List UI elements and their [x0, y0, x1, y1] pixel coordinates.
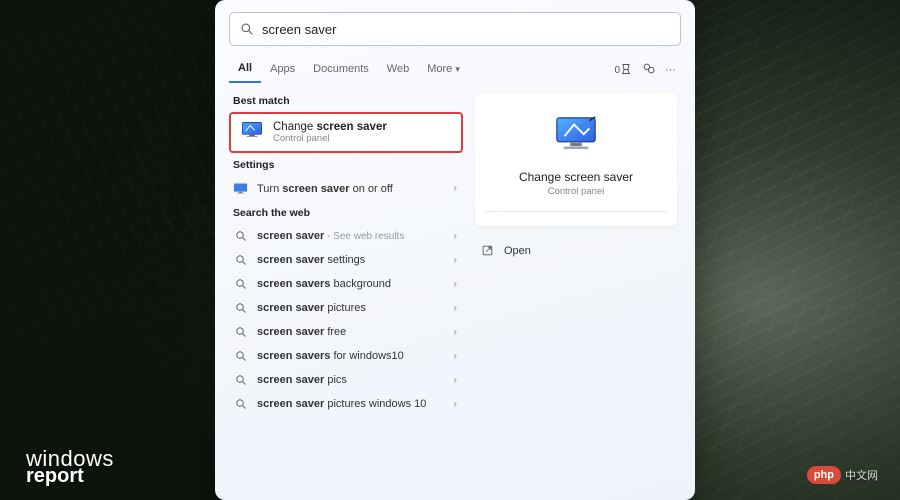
chevron-down-icon: ▾ [455, 64, 460, 74]
tab-more[interactable]: More ▾ [418, 57, 469, 82]
web-result[interactable]: screen saver pictures windows 10› [229, 392, 463, 416]
search-icon [233, 254, 248, 266]
section-search-web: Search the web [233, 207, 463, 219]
web-result[interactable]: screen saver pictures› [229, 296, 463, 320]
account-icon[interactable] [637, 58, 660, 82]
preview-column: Change screen saver Control panel Open [463, 89, 681, 500]
web-result[interactable]: screen saver free› [229, 320, 463, 344]
web-result[interactable]: screen saver pics› [229, 368, 463, 392]
desktop-wallpaper: All Apps Documents Web More ▾ 0 ··· Best… [0, 0, 900, 500]
web-result[interactable]: screen saver settings› [229, 248, 463, 272]
tab-web[interactable]: Web [378, 57, 418, 82]
watermark-windows-report: windows report [26, 449, 114, 486]
web-result[interactable]: screen savers background› [229, 272, 463, 296]
search-icon [233, 230, 248, 242]
search-icon [233, 374, 248, 386]
open-icon [481, 244, 494, 257]
chevron-right-icon: › [454, 279, 457, 290]
best-match-title: Change screen saver [273, 121, 387, 133]
divider [485, 211, 667, 212]
search-icon [233, 278, 248, 290]
search-icon [233, 326, 248, 338]
search-icon [233, 398, 248, 410]
preview-card: Change screen saver Control panel [475, 93, 677, 226]
rewards-icon[interactable]: 0 [609, 59, 637, 80]
tab-apps[interactable]: Apps [261, 57, 304, 82]
web-result[interactable]: screen saver - See web results› [229, 224, 463, 248]
monitor-icon [553, 115, 599, 158]
settings-result[interactable]: Turn screen saver on or off › [229, 176, 463, 201]
monitor-icon [241, 121, 263, 143]
search-icon [240, 22, 254, 36]
preview-subtitle: Control panel [548, 186, 605, 197]
best-match-result[interactable]: Change screen saver Control panel [229, 112, 463, 153]
watermark-php-cn: php 中文网 [807, 466, 878, 484]
chevron-right-icon: › [454, 327, 457, 338]
monitor-icon [233, 182, 248, 195]
search-tabs: All Apps Documents Web More ▾ 0 ··· [229, 56, 681, 83]
tab-all[interactable]: All [229, 56, 261, 83]
preview-title: Change screen saver [519, 170, 633, 184]
search-icon [233, 302, 248, 314]
open-action[interactable]: Open [475, 240, 677, 261]
section-best-match: Best match [233, 95, 463, 107]
search-input[interactable] [262, 22, 670, 37]
chevron-right-icon: › [454, 375, 457, 386]
more-options-icon[interactable]: ··· [660, 60, 681, 80]
tab-documents[interactable]: Documents [304, 57, 378, 82]
chevron-right-icon: › [454, 351, 457, 362]
chevron-right-icon: › [454, 255, 457, 266]
search-box[interactable] [229, 12, 681, 46]
section-settings: Settings [233, 159, 463, 171]
start-search-panel: All Apps Documents Web More ▾ 0 ··· Best… [215, 0, 695, 500]
chevron-right-icon: › [454, 231, 457, 242]
search-icon [233, 350, 248, 362]
chevron-right-icon: › [454, 303, 457, 314]
best-match-subtitle: Control panel [273, 133, 387, 144]
chevron-right-icon: › [454, 183, 457, 194]
chevron-right-icon: › [454, 399, 457, 410]
web-result[interactable]: screen savers for windows10› [229, 344, 463, 368]
results-column: Best match Change screen saver Control p… [229, 89, 463, 500]
